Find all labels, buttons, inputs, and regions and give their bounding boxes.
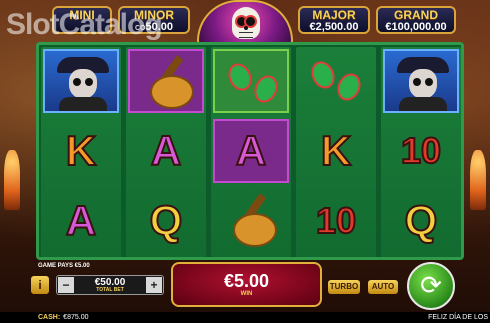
status-bar: CASH: €875.00 FELIZ DÍA DE LOS: [0, 312, 490, 323]
symbol-a: A: [150, 126, 182, 175]
spin-button[interactable]: ⟳: [407, 262, 455, 310]
jackpot-grand: GRAND €100,000.00: [376, 6, 456, 34]
jackpot-grand-label: GRAND: [394, 8, 438, 22]
reel-3: A: [211, 47, 291, 257]
symbol-skeleton-man: [383, 49, 459, 113]
symbol-k: K: [320, 126, 352, 175]
reel-2: A Q: [126, 47, 206, 257]
jackpot-grand-value: €100,000.00: [385, 21, 447, 33]
candle-right: [470, 150, 486, 210]
win-label: WIN: [240, 291, 253, 297]
candle-left: [4, 150, 20, 210]
symbol-q: Q: [149, 196, 184, 245]
game-title: FELIZ DÍA DE LOS: [428, 314, 488, 321]
jackpot-major-label: MAJOR: [312, 8, 356, 22]
refresh-icon: ⟳: [420, 270, 442, 300]
bet-plus-button[interactable]: +: [146, 277, 162, 293]
symbol-a: A: [213, 119, 289, 183]
bet-label: TOTAL BET: [96, 287, 124, 293]
symbol-10: 10: [400, 129, 442, 172]
win-display: €5.00 WIN: [171, 262, 322, 307]
symbol-k: K: [65, 126, 97, 175]
symbol-maracas: [213, 49, 289, 113]
watermark: SlotCatalog: [6, 8, 163, 41]
bet-control: − €50.00 TOTAL BET +: [56, 275, 164, 295]
symbol-maracas: [298, 49, 374, 113]
turbo-button[interactable]: TURBO: [328, 280, 360, 294]
info-button[interactable]: i: [31, 276, 49, 294]
jackpot-major-value: €2,500.00: [309, 21, 359, 33]
reel-4: K 10: [296, 47, 376, 257]
reel-5: 10 Q: [381, 47, 461, 257]
skull-icon: [232, 7, 260, 39]
symbol-guitar: [213, 189, 289, 253]
cash-value: €875.00: [63, 314, 89, 321]
reel-frame: K A A Q A K 10 10 Q: [36, 42, 464, 260]
symbol-skeleton-man: [43, 49, 119, 113]
symbol-guitar: [128, 49, 204, 113]
symbol-10: 10: [315, 199, 357, 242]
cash-display: CASH: €875.00: [38, 312, 88, 323]
game-pays-text: GAME PAYS €5.00: [38, 263, 90, 269]
symbol-q: Q: [404, 196, 439, 245]
win-value: €5.00: [223, 271, 270, 291]
reel-1: K A: [41, 47, 121, 257]
symbol-a: A: [65, 196, 97, 245]
auto-button[interactable]: AUTO: [368, 280, 398, 294]
bet-minus-button[interactable]: −: [58, 277, 74, 293]
cash-label: CASH:: [38, 314, 61, 321]
jackpot-major: MAJOR €2,500.00: [298, 6, 370, 34]
